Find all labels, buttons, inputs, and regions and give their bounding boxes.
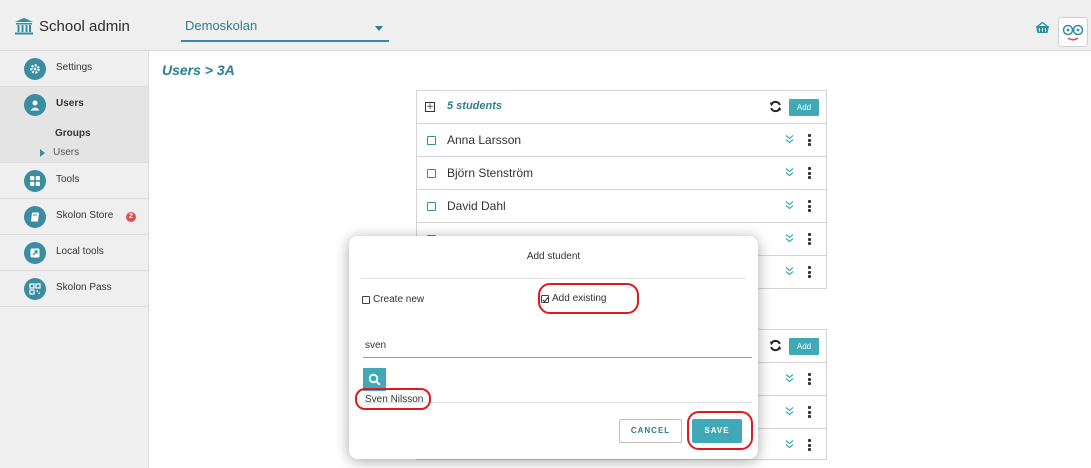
avatar[interactable] (1058, 17, 1088, 47)
search-icon (368, 373, 381, 386)
user-face-icon (1062, 24, 1084, 41)
search-result-item[interactable]: Sven Nilsson (365, 394, 423, 405)
double-chevron-down-icon[interactable] (785, 439, 794, 449)
sidebar-item-local-tools[interactable]: Local tools (0, 235, 148, 271)
add-existing-label: Add existing (552, 293, 607, 304)
more-options-icon[interactable] (808, 439, 812, 451)
table-row[interactable]: Björn Stenström (417, 157, 826, 190)
double-chevron-down-icon[interactable] (785, 233, 794, 243)
search-input[interactable] (363, 330, 752, 358)
expand-icon[interactable]: + (425, 102, 435, 112)
search-button[interactable] (363, 368, 386, 391)
basket-icon[interactable] (1035, 22, 1050, 34)
school-select[interactable]: Demoskolan (181, 16, 389, 42)
sidebar-subitem-groups[interactable]: Groups (55, 128, 91, 139)
sidebar-item-label: Users (56, 98, 84, 109)
user-icon (24, 94, 46, 116)
external-link-icon (24, 242, 46, 264)
school-select-value: Demoskolan (185, 18, 258, 33)
sidebar-item-skolon-pass[interactable]: Skolon Pass (0, 271, 148, 307)
more-options-icon[interactable] (808, 134, 812, 146)
row-checkbox[interactable] (427, 169, 436, 178)
double-chevron-down-icon[interactable] (785, 200, 794, 210)
more-options-icon[interactable] (808, 266, 812, 278)
table-row[interactable]: Anna Larsson (417, 124, 826, 157)
save-button[interactable]: SAVE (692, 419, 742, 443)
student-name: David Dahl (447, 199, 506, 213)
card-header: + 5 students Add (417, 91, 826, 124)
add-student-dialog: Add student Create new Add existing Sven… (349, 236, 758, 459)
caret-right-icon (40, 148, 45, 157)
sidebar-subitem-label: Users (53, 147, 80, 158)
add-teacher-button[interactable]: Add (789, 338, 819, 355)
sidebar-item-label: Tools (56, 174, 80, 185)
cancel-button[interactable]: CANCEL (619, 419, 682, 443)
chevron-down-icon (375, 26, 383, 31)
add-existing-option[interactable]: Add existing (541, 293, 606, 304)
refresh-icon[interactable] (769, 100, 782, 113)
sidebar-item-label: Local tools (56, 246, 104, 257)
create-new-option[interactable]: Create new (362, 294, 424, 305)
gear-icon (24, 58, 46, 80)
sidebar-item-skolon-store[interactable]: Skolon Store 2 (0, 199, 148, 235)
add-student-button[interactable]: Add (789, 99, 819, 116)
notification-badge: 2 (126, 212, 136, 222)
more-options-icon[interactable] (808, 200, 812, 212)
student-name: Björn Stenström (447, 166, 534, 180)
checkbox-checked-icon[interactable] (541, 294, 549, 303)
app-brand[interactable]: School admin (14, 14, 130, 38)
grid-icon (24, 170, 46, 192)
app-title: School admin (39, 17, 130, 35)
dialog-title: Add student (526, 251, 581, 262)
breadcrumb: Users > 3A (162, 62, 235, 78)
book-icon (24, 206, 46, 228)
row-checkbox[interactable] (427, 202, 436, 211)
checkbox-icon[interactable] (362, 295, 370, 304)
student-name: Anna Larsson (447, 133, 522, 147)
double-chevron-down-icon[interactable] (785, 406, 794, 416)
student-count: 5 students (447, 100, 503, 112)
more-options-icon[interactable] (808, 373, 812, 385)
sidebar: Settings Users Groups Users Tools Skolon… (0, 51, 149, 468)
double-chevron-down-icon[interactable] (785, 373, 794, 383)
sidebar-item-settings[interactable]: Settings (0, 51, 148, 87)
more-options-icon[interactable] (808, 167, 812, 179)
double-chevron-down-icon[interactable] (785, 167, 794, 177)
qr-code-icon (24, 278, 46, 300)
divider (361, 278, 746, 279)
top-bar: School admin Demoskolan (0, 0, 1091, 51)
create-new-label: Create new (373, 294, 425, 305)
sidebar-item-label: Settings (56, 62, 93, 73)
sidebar-item-label: Skolon Pass (56, 282, 112, 293)
row-checkbox[interactable] (427, 136, 436, 145)
sidebar-subitem-users[interactable]: Users (40, 147, 79, 158)
school-building-icon (15, 18, 33, 35)
table-row[interactable]: David Dahl (417, 190, 826, 223)
sidebar-item-label: Skolon Store (56, 210, 114, 221)
more-options-icon[interactable] (808, 233, 812, 245)
refresh-icon[interactable] (769, 339, 782, 352)
sidebar-item-tools[interactable]: Tools (0, 163, 148, 199)
double-chevron-down-icon[interactable] (785, 266, 794, 276)
more-options-icon[interactable] (808, 406, 812, 418)
double-chevron-down-icon[interactable] (785, 134, 794, 144)
